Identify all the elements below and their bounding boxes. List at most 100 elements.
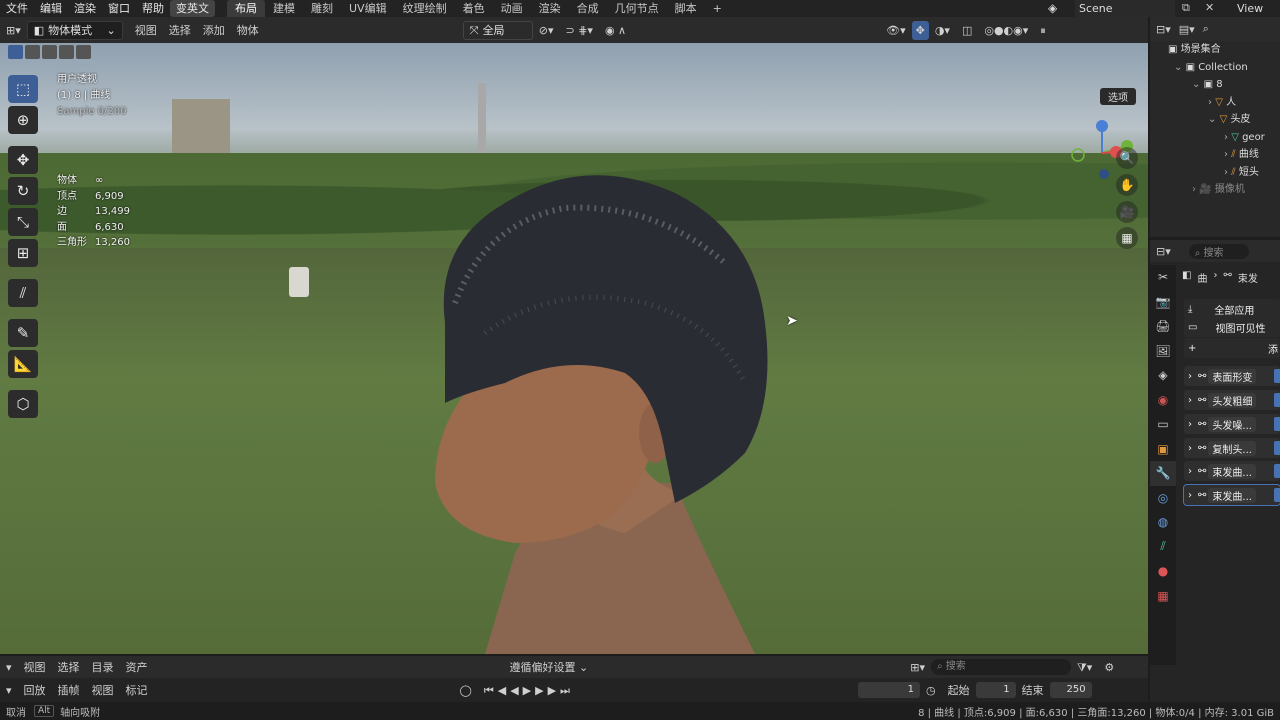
- menu-playback[interactable]: 回放: [18, 681, 52, 700]
- tool-tab-icon[interactable]: ✂: [1150, 265, 1176, 290]
- select-invert-icon[interactable]: [59, 45, 74, 59]
- menu-view[interactable]: 视图: [129, 21, 163, 40]
- menu-select[interactable]: 选择: [163, 21, 197, 40]
- select-subtract-icon[interactable]: [42, 45, 57, 59]
- annotate-tool-icon[interactable]: ✎: [8, 319, 38, 347]
- select-new-icon[interactable]: [8, 45, 23, 59]
- shading-modes-icon[interactable]: ◎●◐◉▾: [978, 21, 1034, 40]
- mode-selector[interactable]: ◧ 物体模式 ⌄: [26, 20, 123, 40]
- outliner-item[interactable]: › ▽ geor: [1150, 129, 1280, 147]
- tab-layout[interactable]: 布局: [227, 0, 265, 17]
- grid-perspective-icon[interactable]: ▦: [1116, 227, 1138, 249]
- viewport-visibility-row[interactable]: ▭ 视图可见性: [1184, 317, 1280, 337]
- rotate-tool-icon[interactable]: ↻: [8, 177, 38, 205]
- menu-help[interactable]: 帮助: [136, 0, 170, 17]
- editor-type-button[interactable]: ▾: [0, 681, 18, 700]
- tab-scripting[interactable]: 脚本: [667, 0, 705, 17]
- modifier-toggle[interactable]: [1274, 441, 1280, 455]
- scene-selector[interactable]: Scene: [1075, 0, 1175, 17]
- properties-search-input[interactable]: ⌕ 搜索: [1188, 243, 1249, 259]
- physics-tab-icon[interactable]: ◍: [1150, 510, 1176, 535]
- select-intersect-icon[interactable]: [76, 45, 91, 59]
- modifier-row[interactable]: › ⚯ 复制头...: [1184, 438, 1280, 458]
- menu-edit[interactable]: 编辑: [34, 0, 68, 17]
- camera-view-icon[interactable]: 🎥: [1116, 201, 1138, 223]
- editor-type-button[interactable]: ⊟▾: [1156, 23, 1171, 36]
- asset-search-input[interactable]: ⌕ 搜索: [931, 659, 1071, 675]
- outliner-item[interactable]: › ⫽ 短头: [1150, 164, 1280, 182]
- add-workspace-button[interactable]: +: [705, 0, 730, 17]
- modifier-row[interactable]: › ⚯ 头发噪...: [1184, 414, 1280, 434]
- scale-tool-icon[interactable]: ⤡: [8, 208, 38, 236]
- menu-marker[interactable]: 标记: [120, 681, 154, 700]
- modifier-tab-icon[interactable]: 🔧: [1150, 461, 1176, 486]
- editor-type-button[interactable]: ▾: [0, 658, 18, 677]
- pan-hand-icon[interactable]: ✋: [1116, 174, 1138, 196]
- outliner-item[interactable]: ⌄ ▣ Collection: [1150, 59, 1280, 77]
- menu-file[interactable]: 文件: [0, 0, 34, 17]
- transform-orientation-selector[interactable]: ⤧ 全局: [462, 20, 533, 40]
- view-layer-tab-icon[interactable]: 🖼: [1150, 339, 1176, 364]
- clock-icon[interactable]: ◷: [920, 681, 942, 700]
- tab-geometry-nodes[interactable]: 几何节点: [607, 0, 667, 17]
- menu-render[interactable]: 渲染: [68, 0, 102, 17]
- modifier-row[interactable]: › ⚯ 头发粗细: [1184, 390, 1280, 410]
- select-box-tool-icon[interactable]: ⬚: [8, 75, 38, 103]
- menu-view[interactable]: 视图: [18, 658, 52, 677]
- outliner-item[interactable]: ⌄ ▽ 头皮: [1150, 111, 1280, 129]
- tab-animation[interactable]: 动画: [493, 0, 531, 17]
- menu-select[interactable]: 选择: [52, 658, 86, 677]
- add-modifier-button[interactable]: + 添: [1184, 338, 1280, 358]
- tab-texture-paint[interactable]: 纹理绘制: [395, 0, 455, 17]
- settings-gear-icon[interactable]: ⚙: [1098, 658, 1120, 677]
- playback-controls[interactable]: ⏮◀◀▶▶▶⏭: [478, 681, 580, 700]
- cursor-tool-icon[interactable]: ⊕: [8, 106, 38, 134]
- visibility-icon[interactable]: 👁▾: [880, 21, 912, 40]
- filter-icon[interactable]: ⧩▾: [1071, 658, 1098, 677]
- apply-all-row[interactable]: ⤓ 全部应用: [1184, 299, 1280, 319]
- modifier-toggle[interactable]: [1274, 464, 1280, 478]
- snap-icon[interactable]: ⊃ ⋕▾: [560, 21, 599, 40]
- world-tab-icon[interactable]: ◉: [1150, 388, 1176, 413]
- transform-tool-icon[interactable]: ⊞: [8, 239, 38, 267]
- delete-scene-icon[interactable]: ✕: [1205, 1, 1214, 14]
- add-cube-tool-icon[interactable]: ⬡: [8, 390, 38, 418]
- proportional-edit-icon[interactable]: ◉ ∧: [599, 21, 632, 40]
- modifier-toggle[interactable]: [1274, 393, 1280, 407]
- menu-keying[interactable]: 插帧: [52, 681, 86, 700]
- display-mode-icon[interactable]: ⊞▾: [904, 658, 931, 677]
- modifier-toggle[interactable]: [1274, 369, 1280, 383]
- collection-tab-icon[interactable]: ▭: [1150, 412, 1176, 437]
- editor-type-button[interactable]: ⊞▾: [0, 21, 27, 40]
- data-tab-icon[interactable]: ⫽: [1150, 535, 1176, 560]
- menu-catalog[interactable]: 目录: [86, 658, 120, 677]
- modifier-row[interactable]: › ⚯ 表面形变: [1184, 366, 1280, 386]
- tab-rendering[interactable]: 渲染: [531, 0, 569, 17]
- measure-tool-icon[interactable]: 📐: [8, 350, 38, 378]
- hair-head-model[interactable]: [425, 153, 775, 654]
- view-layer-selector[interactable]: View: [1233, 0, 1280, 17]
- outliner-item[interactable]: ⌄ ▣ 8: [1150, 76, 1280, 94]
- new-scene-icon[interactable]: ⧉: [1182, 1, 1190, 15]
- hair-brush-tool-icon[interactable]: ⫽: [8, 279, 38, 307]
- display-mode-icon[interactable]: ▤▾: [1179, 23, 1195, 36]
- render-tab-icon[interactable]: 📷: [1150, 290, 1176, 315]
- select-extend-icon[interactable]: [25, 45, 40, 59]
- tab-sculpting[interactable]: 雕刻: [303, 0, 341, 17]
- gizmo-toggle-icon[interactable]: ✥: [911, 20, 929, 40]
- overlays-icon[interactable]: ◑▾: [929, 21, 956, 40]
- outliner-scene-collection[interactable]: ▣ 场景集合: [1150, 41, 1280, 59]
- texture-tab-icon[interactable]: ▦: [1150, 584, 1176, 609]
- start-frame-field[interactable]: 1: [975, 682, 1016, 698]
- scene-icon[interactable]: ◈: [1048, 1, 1070, 16]
- menu-view[interactable]: 视图: [86, 681, 120, 700]
- tab-shading[interactable]: 着色: [455, 0, 493, 17]
- 3d-viewport[interactable]: 用户透视 (1) 8 | 曲线 Sample 0/200 物体 ∞ 顶点 6,909…: [0, 43, 1148, 654]
- modifier-row-active[interactable]: › ⚯ 束发曲...: [1183, 484, 1280, 506]
- xray-icon[interactable]: ◫: [956, 21, 978, 40]
- end-frame-field[interactable]: 250: [1049, 682, 1092, 698]
- menu-assets[interactable]: 资产: [120, 658, 154, 677]
- zoom-icon[interactable]: 🔍: [1116, 147, 1138, 169]
- editor-type-button[interactable]: ⊟▾: [1156, 245, 1171, 258]
- asset-library-selector[interactable]: 遵循偏好设置 ⌄: [504, 658, 595, 677]
